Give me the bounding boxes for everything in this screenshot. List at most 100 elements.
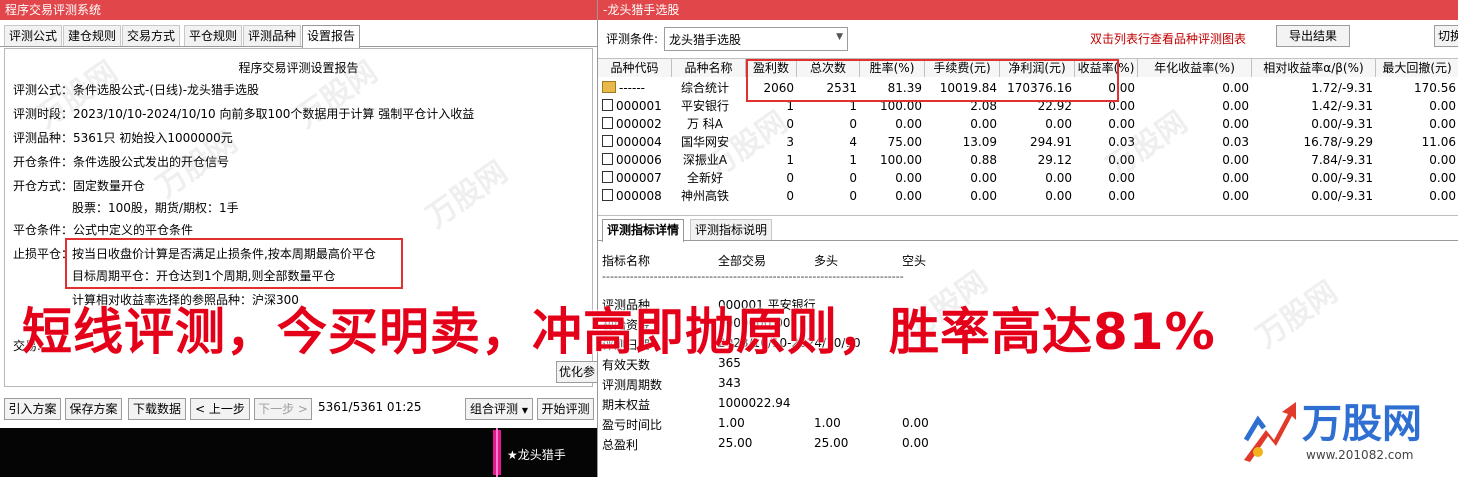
table-cell[interactable]: 0 [797, 187, 857, 205]
table-cell[interactable]: 平安银行 [672, 97, 738, 115]
table-cell[interactable]: 0.00 [1075, 169, 1135, 187]
site-logo: 万股网 www.201082.com [1232, 398, 1452, 470]
tab-close-rules[interactable]: 平仓规则 [184, 25, 243, 46]
stock-code-cell[interactable]: 000001 [598, 97, 675, 115]
table-cell[interactable]: 0.00 [860, 115, 922, 133]
column-header[interactable]: 品种代码 [598, 59, 672, 77]
export-results-button[interactable]: 导出结果 [1276, 25, 1350, 47]
table-cell[interactable]: 国华网安 [672, 133, 738, 151]
table-cell[interactable]: 0.00 [925, 187, 997, 205]
start-evaluate-button[interactable]: 开始评测 [537, 398, 594, 420]
stock-code-cell[interactable]: 000002 [598, 115, 675, 133]
checkbox-icon[interactable] [602, 189, 613, 201]
table-cell[interactable]: 29.12 [1000, 151, 1072, 169]
table-cell[interactable]: 0.00 [1138, 169, 1249, 187]
table-cell[interactable]: 7.84/-9.31 [1252, 151, 1373, 169]
column-header[interactable]: 年化收益率(%) [1138, 59, 1252, 77]
table-cell[interactable]: 0.00 [1138, 151, 1249, 169]
combo-evaluate-button[interactable]: 组合评测 ▼ [465, 398, 533, 420]
table-cell[interactable]: 1 [797, 151, 857, 169]
tab-instruments[interactable]: 评测品种 [243, 25, 302, 46]
column-header[interactable]: 品种名称 [672, 59, 746, 77]
detail-value: 1.00 [814, 416, 841, 430]
prev-step-button[interactable]: < 上一步 [190, 398, 250, 420]
table-cell[interactable]: 0.00 [1000, 187, 1072, 205]
table-cell[interactable]: 0.00 [860, 187, 922, 205]
table-cell[interactable]: 0.00 [1138, 115, 1249, 133]
table-cell[interactable]: 16.78/-9.29 [1252, 133, 1373, 151]
table-cell[interactable]: 0.00 [860, 169, 922, 187]
table-cell[interactable]: 0.00 [1376, 187, 1456, 205]
checkbox-icon[interactable] [602, 153, 613, 165]
checkbox-icon[interactable] [602, 171, 613, 183]
table-cell[interactable]: 294.91 [1000, 133, 1072, 151]
table-cell[interactable]: 全新好 [672, 169, 738, 187]
stock-code-cell[interactable]: ------ [598, 79, 675, 97]
column-header[interactable]: 最大回撤(元) [1376, 59, 1458, 77]
table-cell[interactable]: 0 [746, 187, 794, 205]
cell-text: 0.88 [970, 153, 997, 167]
tab-indicator-help[interactable]: 评测指标说明 [690, 219, 773, 240]
table-cell[interactable]: 0.00/-9.31 [1252, 187, 1373, 205]
checkbox-icon[interactable] [602, 99, 613, 111]
table-cell[interactable]: 0.00/-9.31 [1252, 115, 1373, 133]
table-cell[interactable]: 0 [746, 169, 794, 187]
table-cell[interactable]: 综合统计 [672, 79, 738, 97]
import-scheme-button[interactable]: 引入方案 [4, 398, 61, 420]
table-cell[interactable]: 170.56 [1376, 79, 1456, 97]
table-cell[interactable]: 0.00 [1376, 115, 1456, 133]
table-cell[interactable]: 13.09 [925, 133, 997, 151]
table-cell[interactable]: 1.42/-9.31 [1252, 97, 1373, 115]
table-cell[interactable]: 0.00 [1075, 115, 1135, 133]
table-cell[interactable]: 4 [797, 133, 857, 151]
table-cell[interactable]: 0.00 [1376, 97, 1456, 115]
table-cell[interactable]: 0 [797, 115, 857, 133]
stock-code-cell[interactable]: 000004 [598, 133, 675, 151]
table-cell[interactable]: 0.03 [1138, 133, 1249, 151]
table-cell[interactable]: 75.00 [860, 133, 922, 151]
switch-button[interactable]: 切换 [1434, 25, 1458, 47]
condition-select[interactable]: 龙头猎手选股 ▼ [664, 27, 848, 51]
table-cell[interactable]: 深振业A [672, 151, 738, 169]
tab-open-rules[interactable]: 建仓规则 [63, 25, 122, 46]
table-cell[interactable]: 0.00 [1376, 151, 1456, 169]
table-cell[interactable]: 0.00 [1000, 169, 1072, 187]
table-cell[interactable]: 1 [746, 151, 794, 169]
window-title: -龙头猎手选股 [598, 0, 1458, 20]
checkbox-icon[interactable] [602, 117, 613, 129]
table-cell[interactable]: 0.00 [1075, 187, 1135, 205]
tab-report[interactable]: 设置报告 [302, 25, 361, 48]
table-cell[interactable]: 0.88 [925, 151, 997, 169]
stock-code-cell[interactable]: 000008 [598, 187, 675, 205]
tab-trade-mode[interactable]: 交易方式 [122, 25, 181, 46]
table-cell[interactable]: 0.00/-9.31 [1252, 169, 1373, 187]
table-cell[interactable]: 万 科A [672, 115, 738, 133]
table-cell[interactable]: 1.72/-9.31 [1252, 79, 1373, 97]
next-step-button[interactable]: 下一步 > [254, 398, 312, 420]
tab-formula[interactable]: 评测公式 [4, 25, 63, 46]
stock-code-cell[interactable]: 000006 [598, 151, 675, 169]
download-data-button[interactable]: 下载数据 [128, 398, 186, 420]
stock-code-cell[interactable]: 000007 [598, 169, 675, 187]
table-cell[interactable]: 11.06 [1376, 133, 1456, 151]
table-cell[interactable]: 0.03 [1075, 133, 1135, 151]
table-cell[interactable]: 神州高铁 [672, 187, 738, 205]
save-scheme-button[interactable]: 保存方案 [65, 398, 122, 420]
table-cell[interactable]: 100.00 [860, 151, 922, 169]
column-header[interactable]: 相对收益率α/β(%) [1252, 59, 1376, 77]
table-cell[interactable]: 0 [746, 115, 794, 133]
table-cell[interactable]: 3 [746, 133, 794, 151]
table-cell[interactable]: 0.00 [1138, 79, 1249, 97]
cell-text: 0 [849, 189, 857, 203]
table-cell[interactable]: 0.00 [1075, 151, 1135, 169]
checkbox-icon[interactable] [602, 135, 613, 147]
tab-indicator-details[interactable]: 评测指标详情 [602, 219, 685, 242]
table-cell[interactable]: 0 [797, 169, 857, 187]
table-cell[interactable]: 0.00 [1000, 115, 1072, 133]
optimize-button[interactable]: 优化参 [556, 361, 597, 383]
table-cell[interactable]: 0.00 [1376, 169, 1456, 187]
table-cell[interactable]: 0.00 [925, 169, 997, 187]
table-cell[interactable]: 0.00 [1138, 187, 1249, 205]
table-cell[interactable]: 0.00 [925, 115, 997, 133]
table-cell[interactable]: 0.00 [1138, 97, 1249, 115]
